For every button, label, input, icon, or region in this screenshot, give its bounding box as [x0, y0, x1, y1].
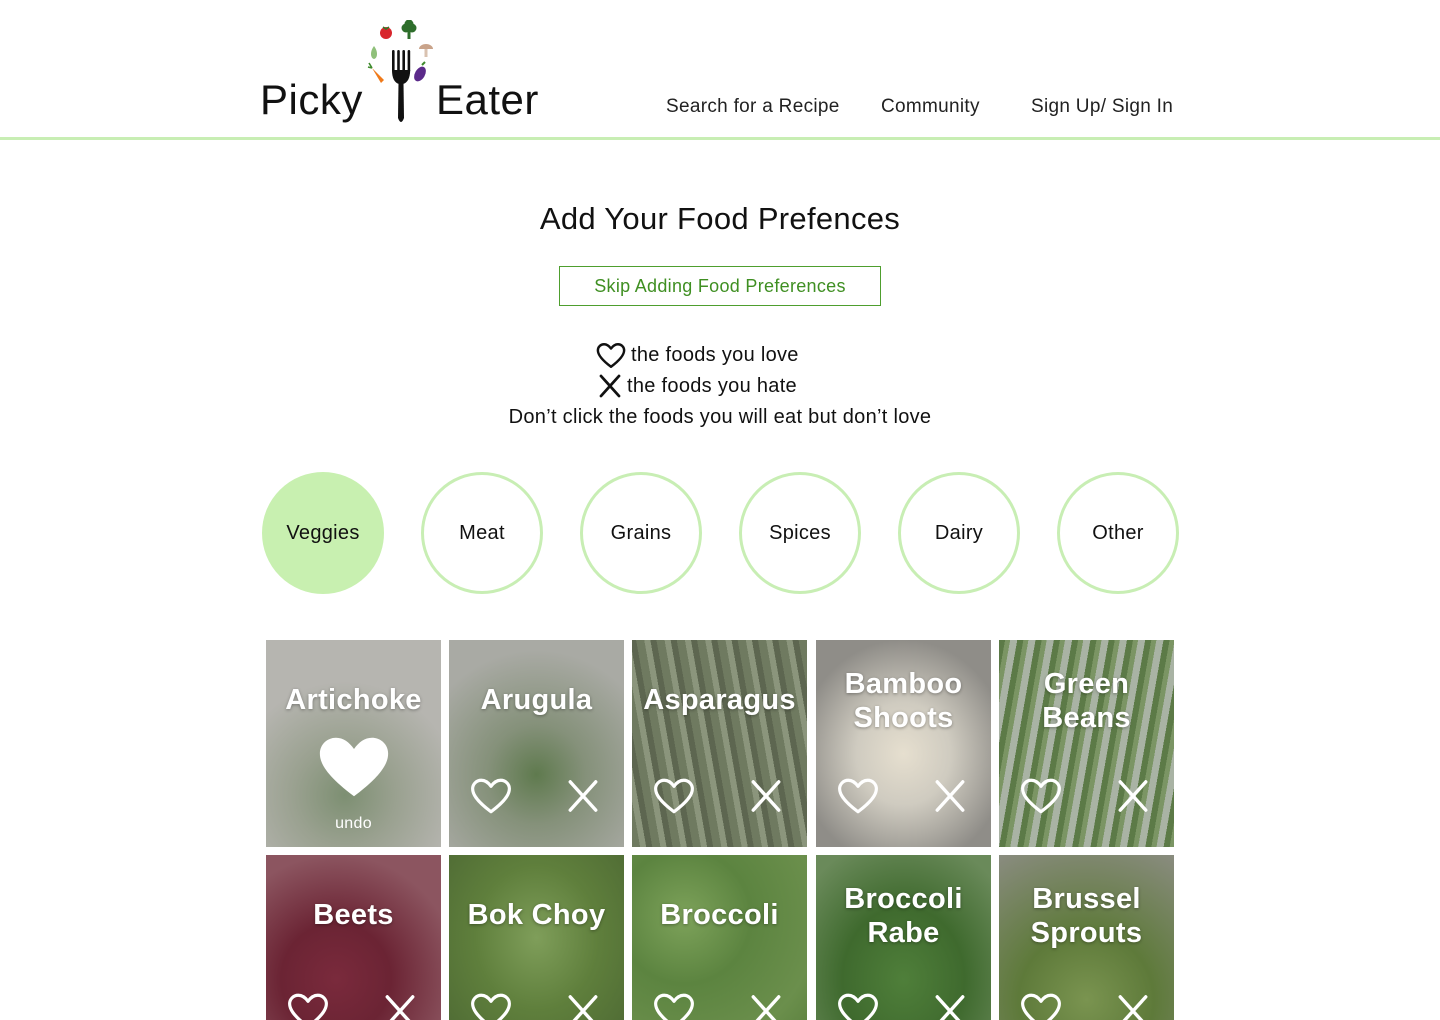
fork-veggies-icon: [367, 20, 433, 122]
hate-x-icon[interactable]: [933, 994, 967, 1020]
food-name-line: Arugula: [480, 684, 593, 716]
food-name-line: Broccoli: [660, 899, 779, 931]
food-name: Green Beans: [999, 667, 1174, 735]
food-tile-artichoke[interactable]: Artichoke undo: [266, 640, 441, 847]
food-name-line: Beets: [313, 899, 394, 931]
skip-preferences-button[interactable]: Skip Adding Food Preferences: [559, 266, 881, 306]
logo-word-eater: Eater: [436, 76, 539, 123]
food-name: Asparagus: [632, 683, 807, 717]
hate-x-icon[interactable]: [566, 779, 600, 813]
food-tile-asparagus[interactable]: Asparagus: [632, 640, 807, 847]
food-tile-green-beans[interactable]: Green Beans: [999, 640, 1174, 847]
site-header: Picky Eater Search for a Recipe Communit…: [0, 0, 1440, 140]
picky-eater-logo[interactable]: Picky Eater: [258, 20, 558, 130]
love-heart-icon[interactable]: [470, 777, 512, 815]
hate-instruction-text: the foods you hate: [627, 374, 797, 397]
food-tile-bamboo-shoots[interactable]: Bamboo Shoots: [816, 640, 991, 847]
food-tile-broccoli-rabe[interactable]: Broccoli Rabe: [816, 855, 991, 1020]
x-icon: [599, 374, 621, 398]
instruction-note: Don’t click the foods you will eat but d…: [508, 406, 932, 428]
love-heart-icon[interactable]: [837, 777, 879, 815]
food-tile-broccoli[interactable]: Broccoli: [632, 855, 807, 1020]
love-heart-icon[interactable]: [1020, 992, 1062, 1020]
food-image: [632, 640, 807, 847]
love-heart-icon[interactable]: [1020, 777, 1062, 815]
undo-link[interactable]: undo: [266, 815, 441, 833]
category-label: Veggies: [286, 521, 360, 544]
food-tile-bok-choy[interactable]: Bok Choy: [449, 855, 624, 1020]
love-heart-icon[interactable]: [837, 992, 879, 1020]
food-name-line: Rabe: [867, 917, 940, 949]
hate-x-icon[interactable]: [933, 779, 967, 813]
heart-filled-icon[interactable]: [315, 732, 393, 802]
food-name-line: Artichoke: [285, 684, 422, 716]
food-name: Bok Choy: [449, 898, 624, 932]
hate-x-icon[interactable]: [749, 779, 783, 813]
nav-sign-in[interactable]: Sign Up/ Sign In: [1031, 96, 1173, 118]
food-name-line: Shoots: [853, 702, 954, 734]
nav-search-recipe[interactable]: Search for a Recipe: [666, 96, 840, 118]
food-name: Bamboo Shoots: [816, 667, 991, 735]
food-name: Broccoli: [632, 898, 807, 932]
food-name: Beets: [266, 898, 441, 932]
food-name-line: Beans: [1042, 702, 1131, 734]
category-spices[interactable]: Spices: [739, 472, 861, 594]
food-name: Arugula: [449, 683, 624, 717]
category-other[interactable]: Other: [1057, 472, 1179, 594]
food-tile-beets[interactable]: Beets: [266, 855, 441, 1020]
food-name: Artichoke: [266, 683, 441, 717]
hate-x-icon[interactable]: [749, 994, 783, 1020]
hate-x-icon[interactable]: [1116, 994, 1150, 1020]
love-instruction: the foods you love: [596, 342, 799, 369]
logo-word-picky: Picky: [260, 76, 363, 123]
love-heart-icon[interactable]: [653, 992, 695, 1020]
love-heart-icon[interactable]: [653, 777, 695, 815]
food-name: Broccoli Rabe: [816, 882, 991, 950]
food-name-line: Bamboo: [844, 668, 963, 700]
nav-community[interactable]: Community: [881, 96, 980, 118]
food-name-line: Green: [1043, 668, 1130, 700]
category-label: Dairy: [934, 521, 984, 544]
food-tile-arugula[interactable]: Arugula: [449, 640, 624, 847]
food-name-line: Asparagus: [643, 684, 796, 716]
category-veggies[interactable]: Veggies: [262, 472, 384, 594]
food-name: Brussel Sprouts: [999, 882, 1174, 950]
hate-instruction: the foods you hate: [598, 374, 797, 398]
food-name-line: Sprouts: [1030, 917, 1143, 949]
food-name-line: Broccoli: [844, 883, 963, 915]
love-heart-icon[interactable]: [287, 992, 329, 1020]
category-label: Meat: [459, 521, 505, 544]
category-label: Grains: [610, 521, 672, 544]
hate-x-icon[interactable]: [1116, 779, 1150, 813]
food-name-line: Bok Choy: [467, 899, 606, 931]
love-instruction-text: the foods you love: [631, 344, 799, 366]
food-image: [449, 640, 624, 847]
category-meat[interactable]: Meat: [421, 472, 543, 594]
category-dairy[interactable]: Dairy: [898, 472, 1020, 594]
category-grains[interactable]: Grains: [580, 472, 702, 594]
hate-x-icon[interactable]: [566, 994, 600, 1020]
food-name-line: Brussel: [1032, 883, 1141, 915]
food-tile-brussel-sprouts[interactable]: Brussel Sprouts: [999, 855, 1174, 1020]
love-heart-icon[interactable]: [470, 992, 512, 1020]
page-title: Add Your Food Prefences: [539, 201, 901, 236]
category-label: Spices: [769, 521, 831, 544]
heart-outline-icon: [596, 343, 626, 368]
category-label: Other: [1092, 521, 1144, 544]
hate-x-icon[interactable]: [383, 994, 417, 1020]
